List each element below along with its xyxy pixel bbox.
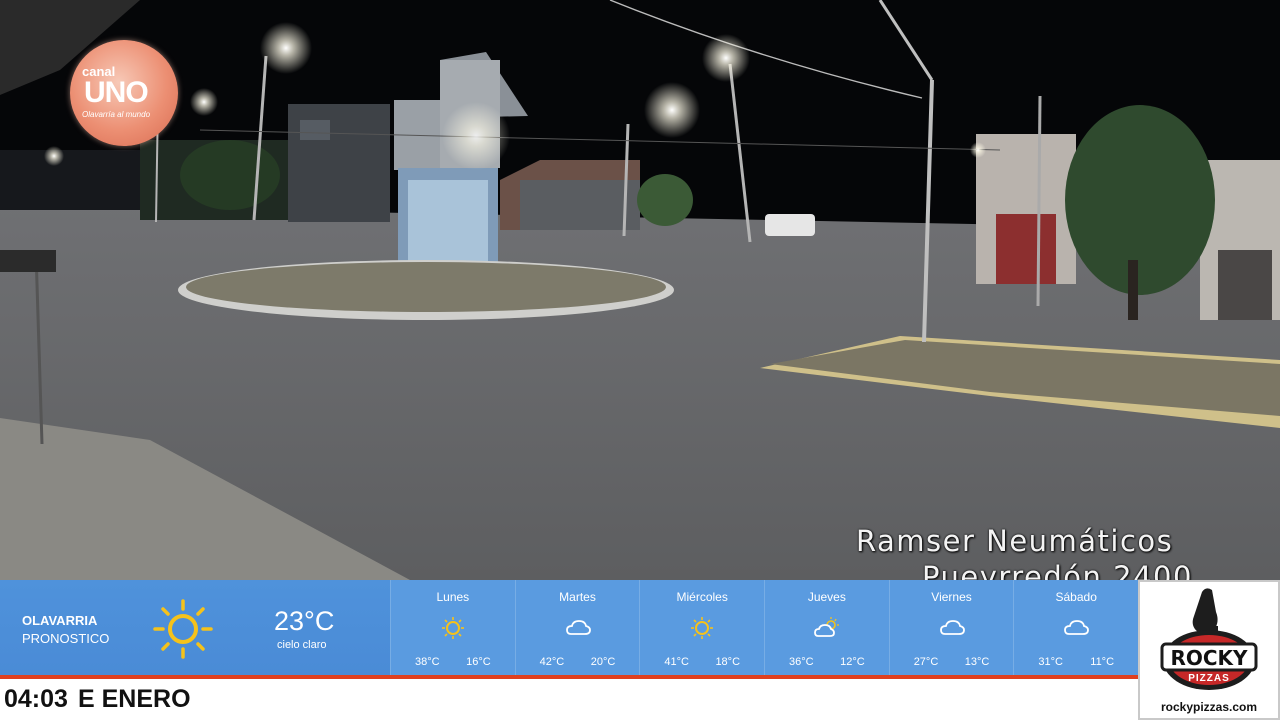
camera-feed: canal UNO Olavarría al mundo Ramser Neum…: [0, 0, 1280, 580]
cloud-icon: [1064, 620, 1090, 635]
day-name: Martes: [559, 590, 596, 604]
camera-caption-line1: Ramser Neumáticos: [856, 524, 1174, 558]
day-max: 42°C: [539, 656, 565, 668]
current-temp: 23°C: [274, 606, 335, 636]
channel-logo-tagline: Olavarría al mundo: [82, 110, 151, 119]
cloud-icon: [565, 620, 591, 635]
day-min: 16°C: [466, 656, 491, 668]
day-min: 13°C: [964, 656, 990, 668]
day-name: Viernes: [931, 590, 972, 604]
sponsor-logo-top: ROCKY: [1170, 646, 1248, 670]
sponsor-url[interactable]: rockypizzas.com: [1140, 700, 1278, 714]
day-max: 36°C: [789, 656, 814, 668]
forecast-day: Lunes 38°C 16°C: [390, 580, 515, 676]
forecast-day: Martes 42°C 20°C: [514, 580, 640, 676]
day-min: 20°C: [590, 656, 616, 668]
day-min: 12°C: [840, 656, 865, 668]
forecast-days: Lunes 38°C 16°C Martes 42°C 20°C Miércol…: [390, 580, 1138, 676]
day-name: Sábado: [1055, 590, 1097, 604]
street-scene: [0, 0, 1280, 580]
news-ticker: E ENERO 04:03: [0, 679, 1138, 720]
weather-city: OLAVARRIA: [22, 613, 98, 628]
day-max: 31°C: [1038, 656, 1063, 668]
sun-icon: [691, 617, 714, 639]
sponsor-logo-bottom: PIZZAS: [1188, 673, 1230, 684]
forecast-day: Jueves 36°C 12°C: [764, 580, 889, 676]
forecast-day: Viernes 27°C 13°C: [888, 580, 1014, 676]
day-max: 38°C: [415, 656, 440, 668]
camera-caption-line2: Pueyrredón 2400: [922, 560, 1193, 580]
channel-logo: canal UNO Olavarría al mundo: [70, 40, 178, 146]
day-max: 41°C: [664, 656, 689, 668]
sponsor-box: ROCKY PIZZAS rockypizzas.com: [1138, 580, 1280, 720]
partly-cloudy-icon: [813, 617, 839, 637]
ticker-text: E ENERO: [78, 685, 191, 713]
current-condition: cielo claro: [277, 639, 327, 651]
sun-icon: [153, 599, 213, 659]
cloud-icon: [939, 620, 965, 635]
day-name: Jueves: [807, 590, 846, 604]
clock: 04:03: [4, 685, 68, 714]
day-max: 27°C: [913, 656, 939, 668]
day-min: 18°C: [715, 656, 741, 668]
day-min: 11°C: [1090, 656, 1115, 668]
sun-icon: [441, 617, 464, 639]
weather-label: PRONOSTICO: [22, 631, 110, 646]
channel-logo-brand: UNO: [84, 76, 149, 109]
day-name: Miércoles: [676, 590, 728, 604]
day-name: Lunes: [436, 590, 470, 604]
forecast-day: Miércoles 41°C 18°C: [639, 580, 764, 676]
forecast-day: Sábado 31°C 11°C: [1013, 580, 1138, 676]
